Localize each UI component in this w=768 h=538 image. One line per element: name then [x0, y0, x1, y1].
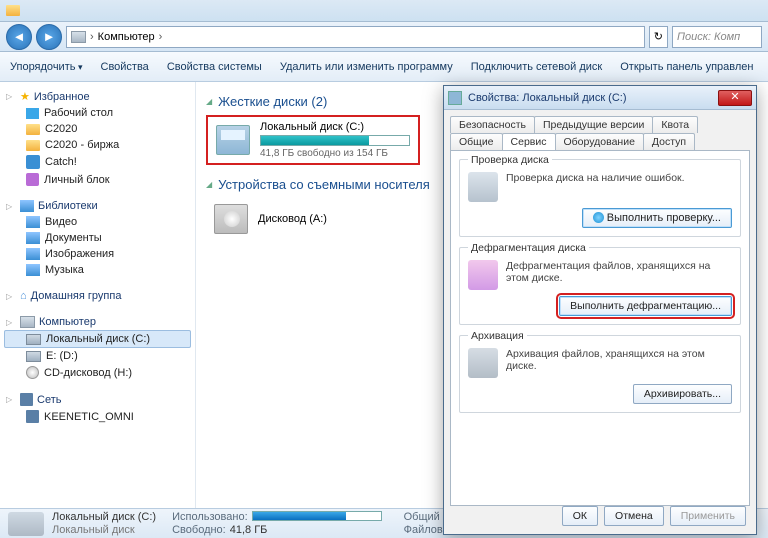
- refresh-button[interactable]: ↻: [649, 26, 668, 48]
- tab-hardware[interactable]: Оборудование: [555, 133, 644, 150]
- tab-strip: Безопасность Предыдущие версии Квота Общ…: [444, 110, 756, 150]
- tab-quota[interactable]: Квота: [652, 116, 698, 133]
- tab-security[interactable]: Безопасность: [450, 116, 535, 133]
- drive-icon: [448, 91, 462, 105]
- computer-icon: [20, 316, 35, 328]
- open-panel-button[interactable]: Открыть панель управлен: [620, 61, 753, 73]
- network-icon: [20, 393, 33, 406]
- sidebar-item-local-c[interactable]: Локальный диск (C:): [4, 330, 191, 348]
- check-disk-button[interactable]: Выполнить проверку...: [582, 208, 732, 228]
- backup-icon: [468, 348, 498, 378]
- sidebar-favorites-header[interactable]: ★Избранное: [4, 88, 191, 105]
- sidebar-item-c2020[interactable]: C2020: [4, 121, 191, 137]
- map-drive-button[interactable]: Подключить сетевой диск: [471, 61, 602, 73]
- tab-general[interactable]: Общие: [450, 133, 503, 150]
- block-icon: [26, 173, 39, 186]
- disk-title: Локальный диск (C:): [260, 121, 410, 133]
- sidebar-homegroup-header[interactable]: ⌂Домашняя группа: [4, 288, 191, 304]
- ok-button[interactable]: ОК: [562, 506, 598, 526]
- music-icon: [26, 264, 40, 276]
- system-properties-button[interactable]: Свойства системы: [167, 61, 262, 73]
- status-drive-icon: [8, 512, 44, 536]
- dialog-title: Свойства: Локальный диск (C:): [468, 92, 712, 104]
- backup-text: Архивация файлов, хранящихся на этом дис…: [506, 348, 732, 378]
- tab-sharing[interactable]: Доступ: [643, 133, 695, 150]
- defrag-group: Дефрагментация диска Дефрагментация файл…: [459, 247, 741, 325]
- folder-icon: [26, 140, 40, 151]
- computer-icon: [71, 31, 86, 43]
- check-disk-icon: [468, 172, 498, 202]
- close-button[interactable]: ✕: [718, 90, 752, 106]
- sidebar-item-catch[interactable]: Catch!: [4, 153, 191, 171]
- status-title: Локальный диск (C:): [52, 511, 156, 523]
- defrag-text: Дефрагментация файлов, хранящихся на это…: [506, 260, 732, 290]
- homegroup-icon: ⌂: [20, 290, 27, 302]
- desktop-icon: [26, 108, 39, 119]
- search-input[interactable]: Поиск: Комп: [672, 26, 762, 48]
- sidebar-item-music[interactable]: Музыка: [4, 262, 191, 278]
- app-icon: [26, 155, 40, 169]
- properties-dialog: Свойства: Локальный диск (C:) ✕ Безопасн…: [443, 85, 757, 535]
- sidebar-item-docs[interactable]: Документы: [4, 230, 191, 246]
- address-bar: ◄ ► › Компьютер › ↻ Поиск: Комп: [0, 22, 768, 52]
- defrag-button[interactable]: Выполнить дефрагментацию...: [559, 296, 732, 316]
- sidebar-libraries-header[interactable]: Библиотеки: [4, 198, 191, 214]
- sidebar-item-video[interactable]: Видео: [4, 214, 191, 230]
- properties-button[interactable]: Свойства: [101, 61, 149, 73]
- window-titlebar: [0, 0, 768, 22]
- folder-icon: [26, 124, 40, 135]
- sidebar-item-desktop[interactable]: Рабочий стол: [4, 105, 191, 121]
- dialog-titlebar[interactable]: Свойства: Локальный диск (C:) ✕: [444, 86, 756, 110]
- drive-icon: [26, 351, 41, 362]
- apply-button[interactable]: Применить: [670, 506, 746, 526]
- disk-free-text: 41,8 ГБ свободно из 154 ГБ: [260, 148, 410, 159]
- sidebar-item-images[interactable]: Изображения: [4, 246, 191, 262]
- check-disk-group: Проверка диска Проверка диска на наличие…: [459, 159, 741, 237]
- cancel-button[interactable]: Отмена: [604, 506, 664, 526]
- disk-usage-bar: [260, 135, 410, 146]
- sidebar-item-c2020b[interactable]: C2020 - биржа: [4, 137, 191, 153]
- sidebar-network-header[interactable]: Сеть: [4, 391, 191, 408]
- forward-button[interactable]: ►: [36, 24, 62, 50]
- breadcrumb[interactable]: › Компьютер ›: [66, 26, 645, 48]
- drive-icon: [26, 334, 41, 345]
- breadcrumb-location[interactable]: Компьютер: [98, 31, 155, 43]
- sidebar-item-cd-h[interactable]: CD-дисковод (H:): [4, 364, 191, 381]
- tab-tools[interactable]: Сервис: [502, 133, 556, 150]
- app-icon: [6, 5, 20, 16]
- shield-icon: [593, 212, 604, 223]
- floppy-icon: [214, 204, 248, 234]
- drive-icon: [216, 125, 250, 155]
- toolbar: Упорядочить Свойства Свойства системы Уд…: [0, 52, 768, 82]
- network-node-icon: [26, 410, 39, 423]
- tab-previous-versions[interactable]: Предыдущие версии: [534, 116, 653, 133]
- tab-content: Проверка диска Проверка диска на наличие…: [450, 150, 750, 506]
- sidebar-item-keenetic[interactable]: KEENETIC_OMNI: [4, 408, 191, 425]
- defrag-icon: [468, 260, 498, 290]
- status-subtitle: Локальный диск: [52, 524, 156, 536]
- library-icon: [20, 200, 34, 212]
- local-disk-item[interactable]: Локальный диск (C:) 41,8 ГБ свободно из …: [206, 115, 420, 165]
- sidebar: ★Избранное Рабочий стол C2020 C2020 - би…: [0, 82, 196, 508]
- cd-icon: [26, 366, 39, 379]
- documents-icon: [26, 232, 40, 244]
- video-icon: [26, 216, 40, 228]
- backup-button[interactable]: Архивировать...: [633, 384, 732, 404]
- back-button[interactable]: ◄: [6, 24, 32, 50]
- sidebar-item-personal[interactable]: Личный блок: [4, 171, 191, 188]
- sidebar-computer-header[interactable]: Компьютер: [4, 314, 191, 330]
- uninstall-button[interactable]: Удалить или изменить программу: [280, 61, 453, 73]
- images-icon: [26, 248, 40, 260]
- usage-mini-bar: [252, 511, 382, 521]
- backup-group: Архивация Архивация файлов, хранящихся н…: [459, 335, 741, 413]
- dvd-title: Дисковод (A:): [258, 213, 327, 225]
- sidebar-item-drive-e[interactable]: E: (D:): [4, 348, 191, 364]
- organize-menu[interactable]: Упорядочить: [10, 61, 83, 73]
- star-icon: ★: [20, 90, 30, 103]
- check-disk-text: Проверка диска на наличие ошибок.: [506, 172, 685, 202]
